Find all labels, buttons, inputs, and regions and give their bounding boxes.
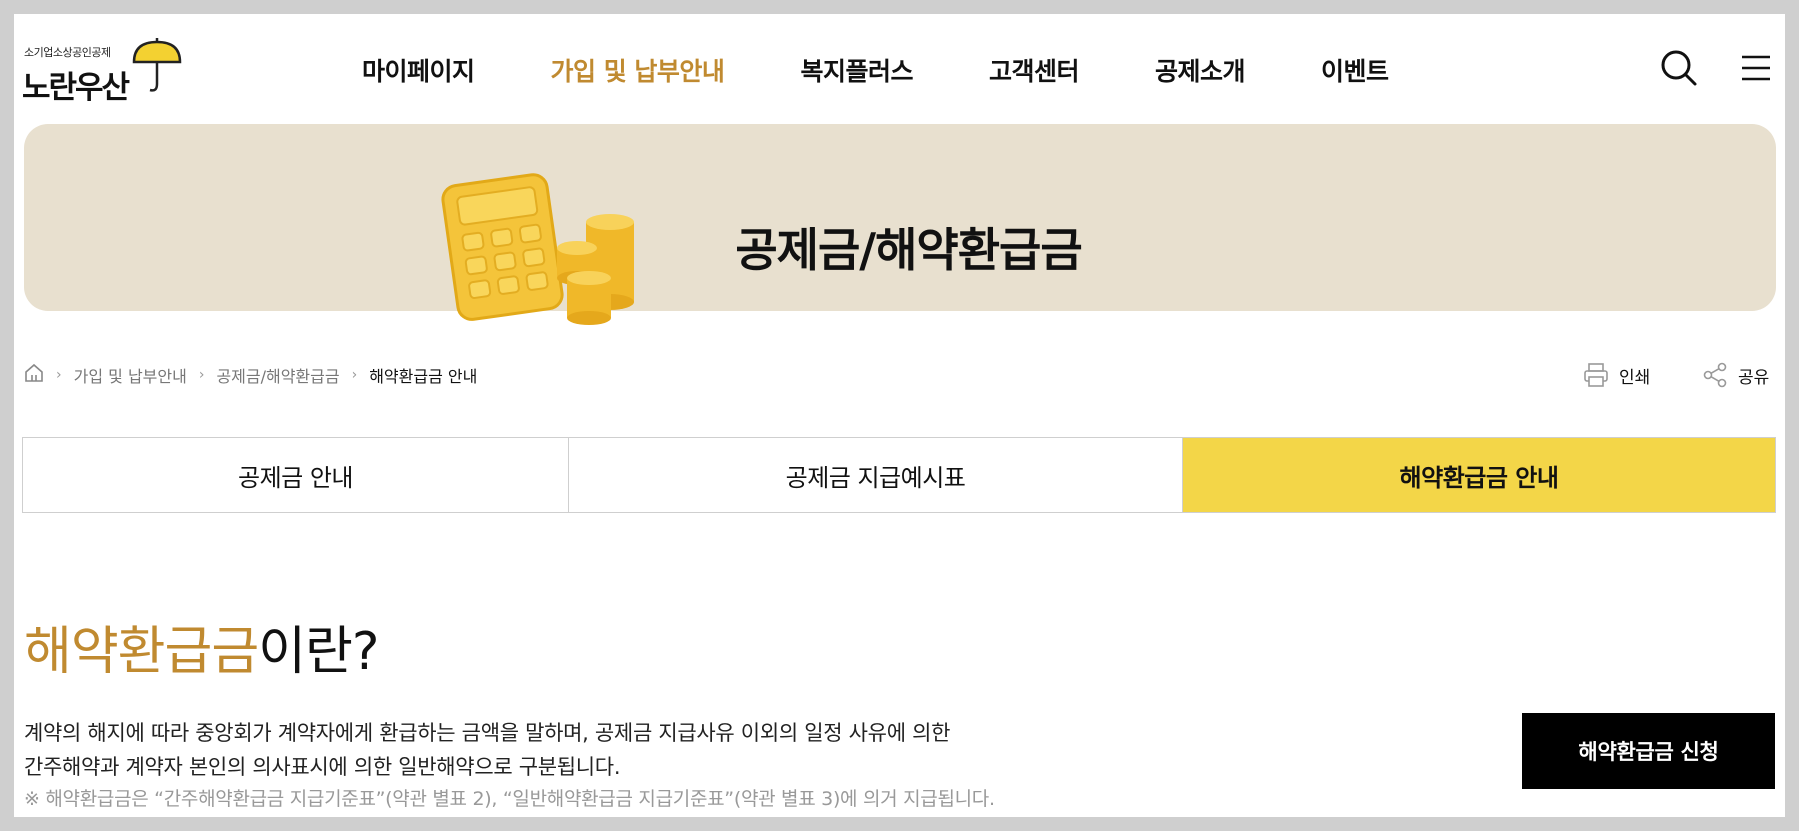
section-note: ※ 해약환급금은 “간주해약환급금 지급기준표”(약관 별표 2), “일반해약… — [24, 788, 995, 810]
search-button[interactable] — [1659, 48, 1699, 88]
tab-benefit-guide[interactable]: 공제금 안내 — [23, 438, 568, 512]
tab-benefit-payment-table[interactable]: 공제금 지급예시표 — [568, 438, 1182, 512]
print-button[interactable]: 인쇄 — [1583, 362, 1650, 388]
main-nav: 마이페이지 가입 및 납부안내 복지플러스 고객센터 공제소개 이벤트 — [362, 52, 1465, 88]
logo[interactable]: 소기업소상공인공제 노란우산 — [22, 34, 189, 114]
logo-subtitle: 소기업소상공인공제 — [24, 46, 111, 59]
tab-refund-guide[interactable]: 해약환급금 안내 — [1182, 438, 1775, 512]
search-icon — [1661, 50, 1697, 86]
refund-apply-button[interactable]: 해약환급금 신청 — [1522, 713, 1775, 789]
description-line: 계약의 해지에 따라 중앙회가 계약자에게 환급하는 금액을 말하며, 공제금 … — [24, 721, 951, 745]
share-label: 공유 — [1738, 367, 1770, 388]
print-label: 인쇄 — [1619, 367, 1651, 388]
nav-item-mypage[interactable]: 마이페이지 — [362, 52, 475, 88]
section-heading: 해약환급금이란? — [24, 609, 379, 684]
share-button[interactable]: 공유 — [1702, 362, 1769, 388]
breadcrumb-item-current: 해약환급금 안내 — [369, 367, 478, 386]
printer-icon — [1584, 363, 1608, 387]
chevron-right-icon: › — [56, 367, 62, 383]
description-line: 간주해약과 계약자 본인의 의사표시에 의한 일반해약으로 구분됩니다. — [24, 755, 621, 779]
nav-item-welfare-plus[interactable]: 복지플러스 — [800, 52, 913, 88]
nav-item-customer-center[interactable]: 고객센터 — [989, 52, 1080, 88]
heading-rest: 이란? — [258, 622, 379, 682]
breadcrumb-home[interactable] — [24, 363, 44, 387]
section-description: 계약의 해지에 따라 중앙회가 계약자에게 환급하는 금액을 말하며, 공제금 … — [24, 716, 950, 784]
chevron-right-icon: › — [198, 367, 205, 383]
page: 소기업소상공인공제 노란우산 마이페이지 가입 및 납부안내 복지플러스 고객센… — [14, 14, 1785, 817]
sub-tabs: 공제금 안내 공제금 지급예시표 해약환급금 안내 — [22, 437, 1776, 513]
breadcrumb-item-join-payment[interactable]: 가입 및 납부안내 — [74, 363, 187, 387]
breadcrumb-item-benefit-refund[interactable]: 공제금/해약환급금 — [216, 363, 339, 387]
menu-button[interactable] — [1740, 52, 1772, 84]
heading-accent: 해약환급금 — [24, 622, 259, 682]
home-icon — [25, 363, 43, 382]
umbrella-icon — [132, 38, 182, 92]
logo-title: 노란우산 — [22, 70, 130, 106]
nav-item-join-payment[interactable]: 가입 및 납부안내 — [551, 52, 725, 88]
nav-item-event[interactable]: 이벤트 — [1321, 52, 1389, 88]
chevron-right-icon: › — [351, 367, 358, 383]
hamburger-menu-icon — [1742, 55, 1770, 81]
breadcrumb: › 가입 및 납부안내 › 공제금/해약환급금 › 해약환급금 안내 — [24, 363, 477, 387]
nav-item-about[interactable]: 공제소개 — [1155, 52, 1246, 88]
share-icon — [1703, 362, 1727, 388]
page-title: 공제금/해약환급금 — [735, 223, 1082, 277]
